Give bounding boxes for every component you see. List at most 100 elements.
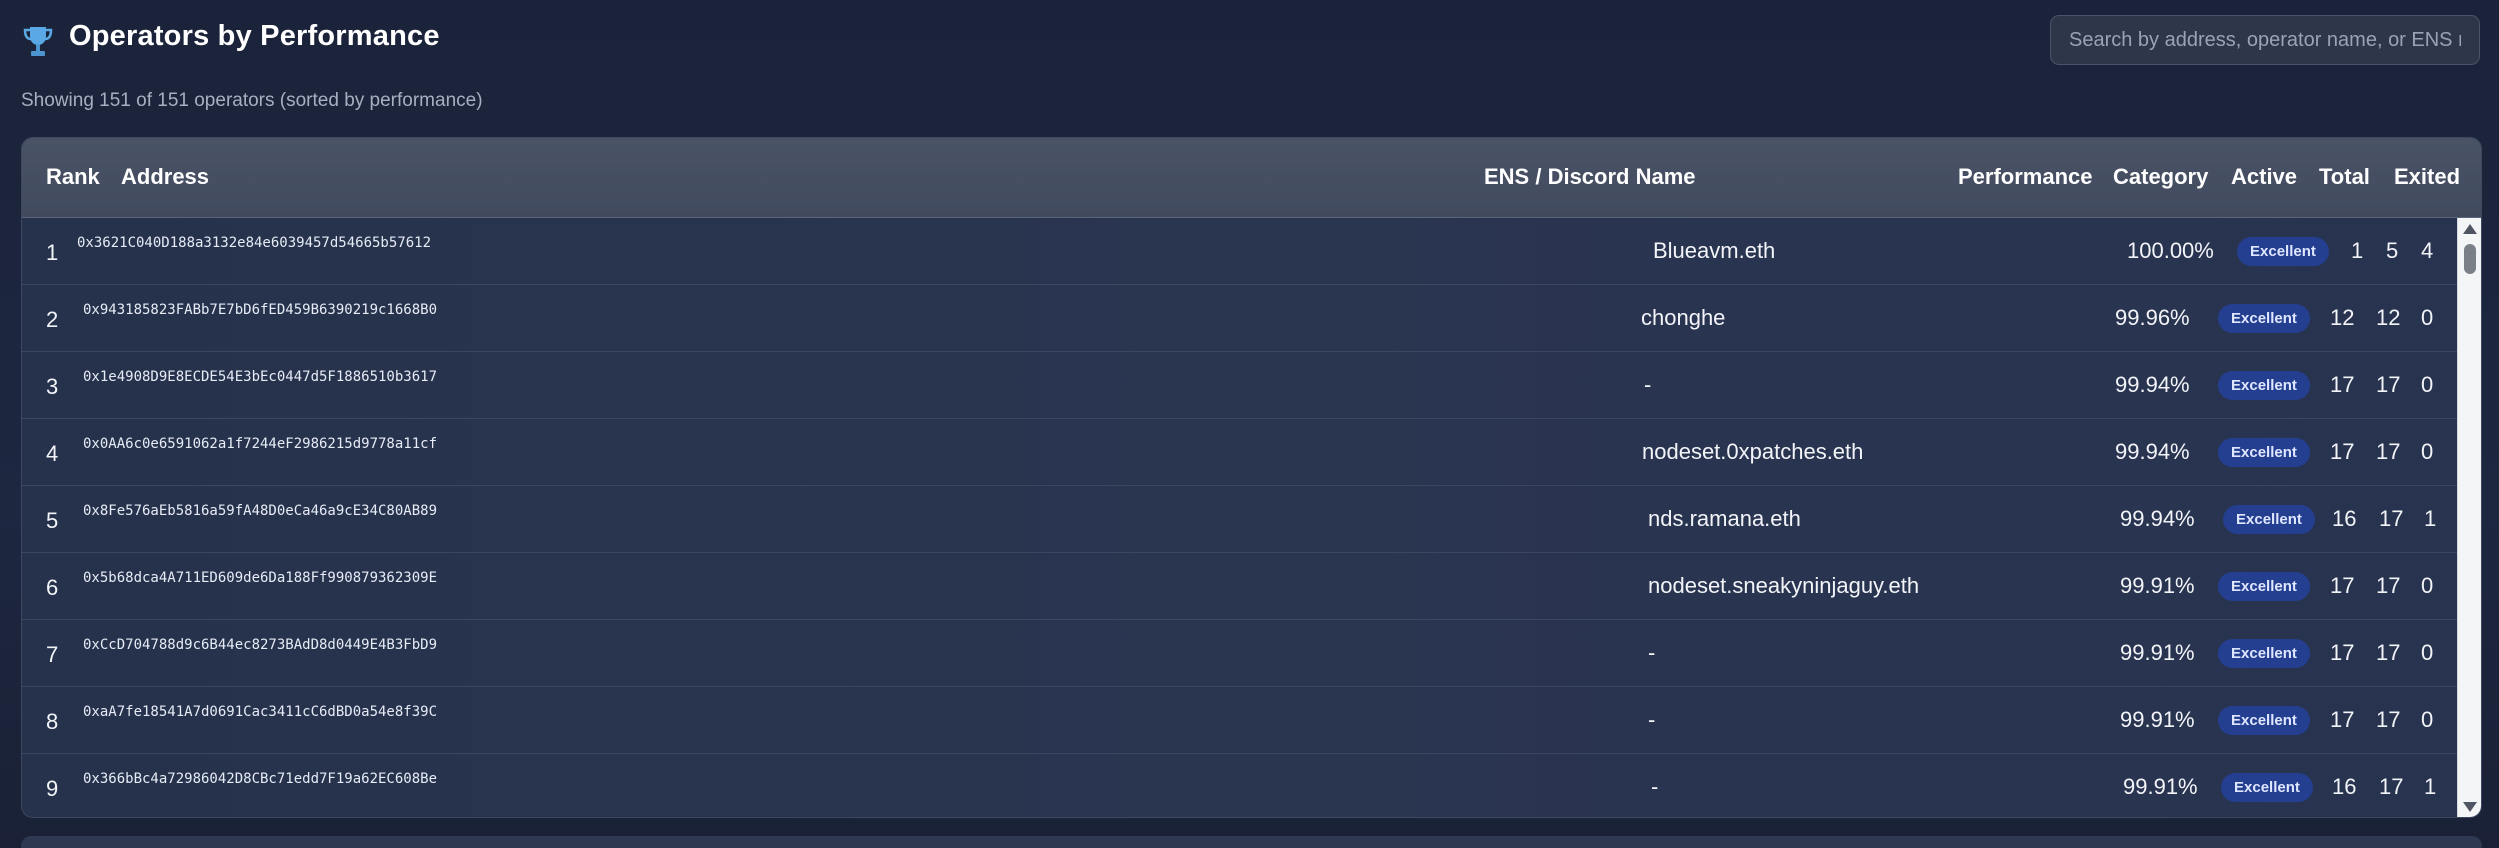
total-cell: 17 [2376,439,2401,464]
total-cell: 17 [2376,640,2401,665]
address-cell[interactable]: 0xaA7fe18541A7d0691Cac3411cC6dBD0a54e8f3… [83,704,437,720]
address-cell[interactable]: 0x8Fe576aEb5816a59fA48D0eCa46a9cE34C80AB… [83,503,437,519]
column-header-total[interactable]: Total [2319,164,2370,190]
scrollbar-thumb[interactable] [2464,244,2476,274]
total-cell: 17 [2376,372,2401,397]
performance-cell: 99.91% [2120,573,2195,598]
address-cell[interactable]: 0xCcD704788d9c6B44ec8273BAdD8d0449E4B3Fb… [83,637,437,653]
table-row[interactable]: 3 0x1e4908D9E8ECDE54E3bEc0447d5F1886510b… [22,352,2457,419]
total-cell: 17 [2376,707,2401,732]
performance-cell: 99.94% [2115,439,2190,464]
rank-cell: 7 [46,642,59,667]
active-cell: 16 [2332,506,2357,531]
performance-cell: 100.00% [2127,238,2214,263]
active-cell: 17 [2330,439,2355,464]
ens-cell: nds.ramana.eth [1648,506,1801,531]
page-header: Operators by Performance [0,0,2499,80]
table-row[interactable]: 1 0x3621C040D188a3132e84e6039457d54665b5… [22,218,2457,285]
category-badge: Excellent [2221,773,2313,802]
performance-cell: 99.91% [2120,707,2195,732]
next-section-edge [21,836,2482,848]
table-row[interactable]: 9 0x366bBc4a72986042D8CBc71edd7F19a62EC6… [22,754,2457,817]
ens-cell: nodeset.0xpatches.eth [1642,439,1864,464]
category-badge: Excellent [2218,371,2310,400]
table-body: 1 0x3621C040D188a3132e84e6039457d54665b5… [22,218,2457,817]
active-cell: 17 [2330,707,2355,732]
exited-cell: 0 [2421,640,2434,665]
operators-table: Rank Address ENS / Discord Name Performa… [21,137,2482,818]
rank-cell: 8 [46,709,59,734]
results-count: Showing 151 of 151 operators (sorted by … [21,90,483,111]
exited-cell: 1 [2424,774,2437,799]
table-row[interactable]: 8 0xaA7fe18541A7d0691Cac3411cC6dBD0a54e8… [22,687,2457,754]
ens-cell: nodeset.sneakyninjaguy.eth [1648,573,1920,598]
category-badge: Excellent [2218,706,2310,735]
exited-cell: 0 [2421,305,2434,330]
address-cell[interactable]: 0x943185823FABb7E7bD6fED459B6390219c1668… [83,302,437,318]
address-cell[interactable]: 0x5b68dca4A711ED609de6Da188Ff99087936230… [83,570,437,586]
rank-cell: 2 [46,307,59,332]
exited-cell: 1 [2424,506,2437,531]
category-badge: Excellent [2218,438,2310,467]
address-cell[interactable]: 0x1e4908D9E8ECDE54E3bEc0447d5F1886510b36… [83,369,437,385]
category-badge: Excellent [2218,304,2310,333]
search-input[interactable] [2050,15,2480,65]
exited-cell: 4 [2421,238,2434,263]
performance-cell: 99.96% [2115,305,2190,330]
table-row[interactable]: 4 0x0AA6c0e6591062a1f7244eF2986215d9778a… [22,419,2457,486]
table-header: Rank Address ENS / Discord Name Performa… [22,138,2481,218]
category-badge: Excellent [2223,505,2315,534]
total-cell: 17 [2379,774,2404,799]
active-cell: 17 [2330,640,2355,665]
total-cell: 12 [2376,305,2401,330]
category-badge: Excellent [2218,639,2310,668]
rank-cell: 5 [46,508,59,533]
ens-cell: chonghe [1641,305,1726,330]
exited-cell: 0 [2421,707,2434,732]
exited-cell: 0 [2421,372,2434,397]
rank-cell: 9 [46,776,59,801]
scroll-down-icon[interactable] [2463,802,2477,812]
active-cell: 1 [2351,238,2364,263]
active-cell: 17 [2330,573,2355,598]
active-cell: 12 [2330,305,2355,330]
total-cell: 17 [2376,573,2401,598]
page-title: Operators by Performance [69,20,440,52]
column-header-exited[interactable]: Exited [2394,164,2460,190]
column-header-active[interactable]: Active [2231,164,2297,190]
rank-cell: 3 [46,374,59,399]
performance-cell: 99.91% [2123,774,2198,799]
address-cell[interactable]: 0x366bBc4a72986042D8CBc71edd7F19a62EC608… [83,771,437,787]
column-header-performance[interactable]: Performance [1958,164,2093,190]
exited-cell: 0 [2421,573,2434,598]
total-cell: 17 [2379,506,2404,531]
column-header-category[interactable]: Category [2113,164,2208,190]
performance-cell: 99.91% [2120,640,2195,665]
column-header-ens[interactable]: ENS / Discord Name [1484,164,1696,190]
ens-cell: - [1651,774,1659,799]
table-row[interactable]: 6 0x5b68dca4A711ED609de6Da188Ff990879362… [22,553,2457,620]
address-cell[interactable]: 0x0AA6c0e6591062a1f7244eF2986215d9778a11… [83,436,437,452]
address-cell[interactable]: 0x3621C040D188a3132e84e6039457d54665b576… [77,235,431,251]
page: Operators by Performance Showing 151 of … [0,0,2499,848]
active-cell: 17 [2330,372,2355,397]
exited-cell: 0 [2421,439,2434,464]
trophy-icon [23,27,53,56]
column-header-address[interactable]: Address [121,164,209,190]
category-badge: Excellent [2237,237,2329,266]
ens-cell: - [1648,640,1656,665]
ens-cell: - [1644,372,1652,397]
table-scrollbar[interactable] [2457,218,2481,817]
table-row[interactable]: 5 0x8Fe576aEb5816a59fA48D0eCa46a9cE34C80… [22,486,2457,553]
table-row[interactable]: 7 0xCcD704788d9c6B44ec8273BAdD8d0449E4B3… [22,620,2457,687]
ens-cell: Blueavm.eth [1653,238,1776,263]
category-badge: Excellent [2218,572,2310,601]
rank-cell: 6 [46,575,59,600]
column-header-rank[interactable]: Rank [46,164,100,190]
total-cell: 5 [2386,238,2399,263]
table-row[interactable]: 2 0x943185823FABb7E7bD6fED459B6390219c16… [22,285,2457,352]
ens-cell: - [1648,707,1656,732]
rank-cell: 1 [46,240,59,265]
performance-cell: 99.94% [2120,506,2195,531]
scroll-up-icon[interactable] [2463,224,2477,234]
